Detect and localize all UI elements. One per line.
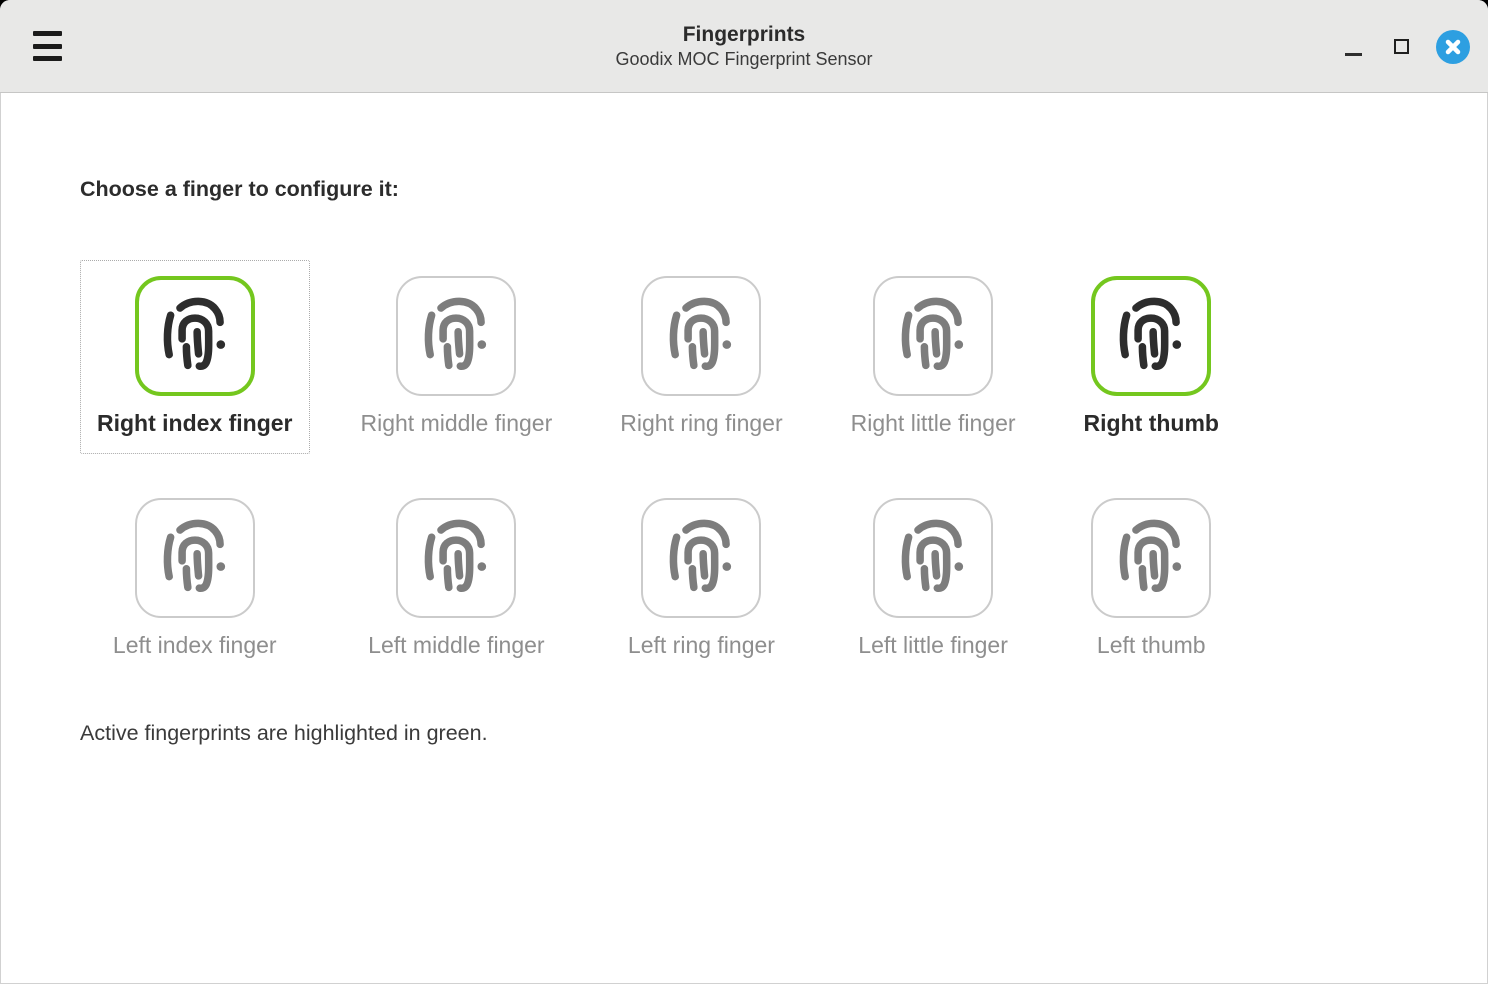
- fingerprint-icon-box: [873, 498, 993, 618]
- finger-label: Left index finger: [113, 632, 277, 660]
- maximize-button[interactable]: [1388, 30, 1414, 64]
- fingerprint-icon-box: [873, 276, 993, 396]
- finger-label: Left ring finger: [628, 632, 775, 660]
- finger-label: Left middle finger: [368, 632, 544, 660]
- minimize-icon: [1345, 53, 1362, 56]
- close-button[interactable]: [1436, 30, 1470, 64]
- finger-tile-right-index-finger[interactable]: Right index finger: [80, 260, 310, 454]
- finger-tile-right-ring-finger[interactable]: Right ring finger: [603, 260, 799, 454]
- maximize-icon: [1394, 39, 1409, 54]
- fingerprint-icon: [152, 515, 238, 601]
- fingerprint-icon: [890, 293, 976, 379]
- fingerprint-icon: [658, 515, 744, 601]
- title-block: Fingerprints Goodix MOC Fingerprint Sens…: [0, 0, 1488, 93]
- finger-tile-right-middle-finger[interactable]: Right middle finger: [344, 260, 570, 454]
- fingerprint-icon: [152, 293, 238, 379]
- finger-label: Right middle finger: [361, 410, 553, 438]
- finger-tile-right-thumb[interactable]: Right thumb: [1067, 260, 1236, 454]
- fingerprint-icon-box: [1091, 276, 1211, 396]
- fingerprint-icon: [413, 515, 499, 601]
- finger-label: Right little finger: [851, 410, 1016, 438]
- footer-note: Active fingerprints are highlighted in g…: [80, 721, 1488, 746]
- finger-label: Right index finger: [97, 410, 293, 438]
- fingerprint-icon-box: [641, 276, 761, 396]
- fingerprint-icon-box: [396, 498, 516, 618]
- fingerprint-icon: [1108, 293, 1194, 379]
- menu-button[interactable]: [33, 31, 67, 61]
- window-controls: [1340, 0, 1470, 93]
- finger-tile-left-little-finger[interactable]: Left little finger: [834, 482, 1033, 676]
- page-heading: Choose a finger to configure it:: [80, 177, 1488, 202]
- hamburger-icon: [33, 56, 62, 61]
- content-area: Choose a finger to configure it: Right i…: [0, 177, 1488, 746]
- fingerprint-icon: [890, 515, 976, 601]
- fingerprints-window: Fingerprints Goodix MOC Fingerprint Sens…: [0, 0, 1488, 984]
- finger-tile-left-ring-finger[interactable]: Left ring finger: [603, 482, 799, 676]
- fingerprint-icon-box: [135, 276, 255, 396]
- finger-tile-left-middle-finger[interactable]: Left middle finger: [344, 482, 570, 676]
- minimize-button[interactable]: [1340, 30, 1366, 64]
- fingerprint-icon: [413, 293, 499, 379]
- finger-label: Right thumb: [1084, 410, 1219, 438]
- window-subtitle: Goodix MOC Fingerprint Sensor: [615, 48, 872, 71]
- close-icon: [1444, 38, 1462, 56]
- fingerprint-icon-box: [1091, 498, 1211, 618]
- hamburger-icon: [33, 44, 62, 49]
- finger-label: Right ring finger: [620, 410, 782, 438]
- titlebar: Fingerprints Goodix MOC Fingerprint Sens…: [0, 0, 1488, 93]
- hamburger-icon: [33, 31, 62, 36]
- finger-grid: Right index finger Right middle finger: [80, 260, 1488, 675]
- finger-label: Left thumb: [1097, 632, 1206, 660]
- finger-tile-left-index-finger[interactable]: Left index finger: [80, 482, 310, 676]
- fingerprint-icon-box: [135, 498, 255, 618]
- finger-tile-right-little-finger[interactable]: Right little finger: [834, 260, 1033, 454]
- window-title: Fingerprints: [683, 22, 806, 48]
- finger-tile-left-thumb[interactable]: Left thumb: [1067, 482, 1236, 676]
- fingerprint-icon-box: [641, 498, 761, 618]
- fingerprint-icon: [658, 293, 744, 379]
- fingerprint-icon: [1108, 515, 1194, 601]
- finger-label: Left little finger: [858, 632, 1008, 660]
- fingerprint-icon-box: [396, 276, 516, 396]
